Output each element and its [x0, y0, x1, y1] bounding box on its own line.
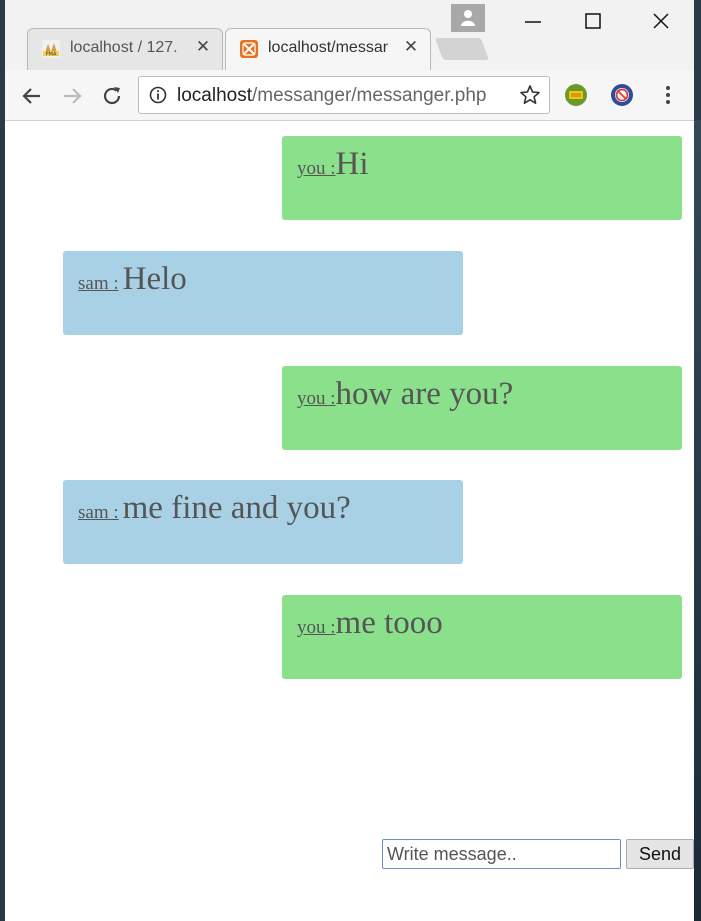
tab-title: localhost/messanger: [268, 39, 388, 56]
message-text: Helo: [122, 261, 187, 297]
message-text: how are you?: [335, 376, 514, 412]
message-line: sam : me fine and you?: [78, 490, 351, 527]
kebab-menu-icon[interactable]: [661, 83, 675, 107]
message-bubble-received: sam : Helo: [63, 251, 463, 335]
svg-text:PMA: PMA: [46, 52, 57, 58]
tab-phpmyadmin[interactable]: PMA localhost / 127. ✕: [27, 28, 223, 70]
tab-title: localhost / 127.: [70, 39, 178, 56]
message-line: sam : Helo: [78, 261, 187, 298]
xampp-icon: [240, 40, 258, 58]
browser-window: PMA localhost / 127. ✕ localhost/messang…: [5, 0, 694, 921]
message-line: you :how are you?: [297, 376, 513, 413]
message-text: Hi: [335, 146, 369, 182]
reload-button[interactable]: [99, 83, 125, 109]
forward-button[interactable]: [59, 83, 85, 109]
message-bubble-sent: you :me tooo: [282, 595, 682, 679]
close-icon[interactable]: ✕: [402, 38, 420, 56]
new-tab-button[interactable]: [434, 38, 490, 60]
message-sender: you :: [297, 388, 336, 409]
back-button[interactable]: [19, 83, 45, 109]
url-path: /messanger/messanger.php: [252, 85, 487, 106]
tab-strip: PMA localhost / 127. ✕ localhost/messang…: [5, 0, 694, 70]
window-close-button[interactable]: [638, 6, 684, 36]
phpmyadmin-icon: PMA: [42, 40, 60, 58]
browser-toolbar: localhost/messanger/messanger.php: [5, 70, 694, 121]
star-icon[interactable]: [519, 84, 541, 106]
profile-icon[interactable]: [451, 4, 485, 32]
message-sender: sam :: [78, 502, 119, 523]
desktop-background: [694, 120, 701, 921]
message-bubble-sent: you :how are you?: [282, 366, 682, 450]
message-sender: you :: [297, 158, 336, 179]
tab-messanger[interactable]: localhost/messanger ✕: [225, 28, 431, 70]
message-input[interactable]: [382, 839, 621, 869]
close-icon[interactable]: ✕: [194, 38, 212, 56]
send-button[interactable]: Send: [626, 839, 694, 869]
messenger-page: you :Hi sam : Helo you :how are you? sam…: [5, 121, 694, 921]
message-line: you :me tooo: [297, 605, 443, 642]
message-text: me fine and you?: [122, 490, 351, 526]
address-bar[interactable]: localhost/messanger/messanger.php: [138, 76, 550, 114]
url-host: localhost: [177, 85, 252, 106]
message-bubble-sent: you :Hi: [282, 136, 682, 220]
message-bubble-received: sam : me fine and you?: [63, 480, 463, 564]
message-sender: sam :: [78, 273, 119, 294]
extension-block-icon[interactable]: [610, 83, 634, 107]
message-line: you :Hi: [297, 146, 369, 183]
message-text: me tooo: [335, 605, 443, 641]
maximize-button[interactable]: [570, 6, 616, 36]
minimize-button[interactable]: [510, 6, 556, 36]
url-text: localhost/messanger/messanger.php: [177, 85, 486, 107]
extension-coupon-icon[interactable]: [564, 83, 588, 107]
message-sender: you :: [297, 617, 336, 638]
info-icon[interactable]: [149, 86, 167, 104]
